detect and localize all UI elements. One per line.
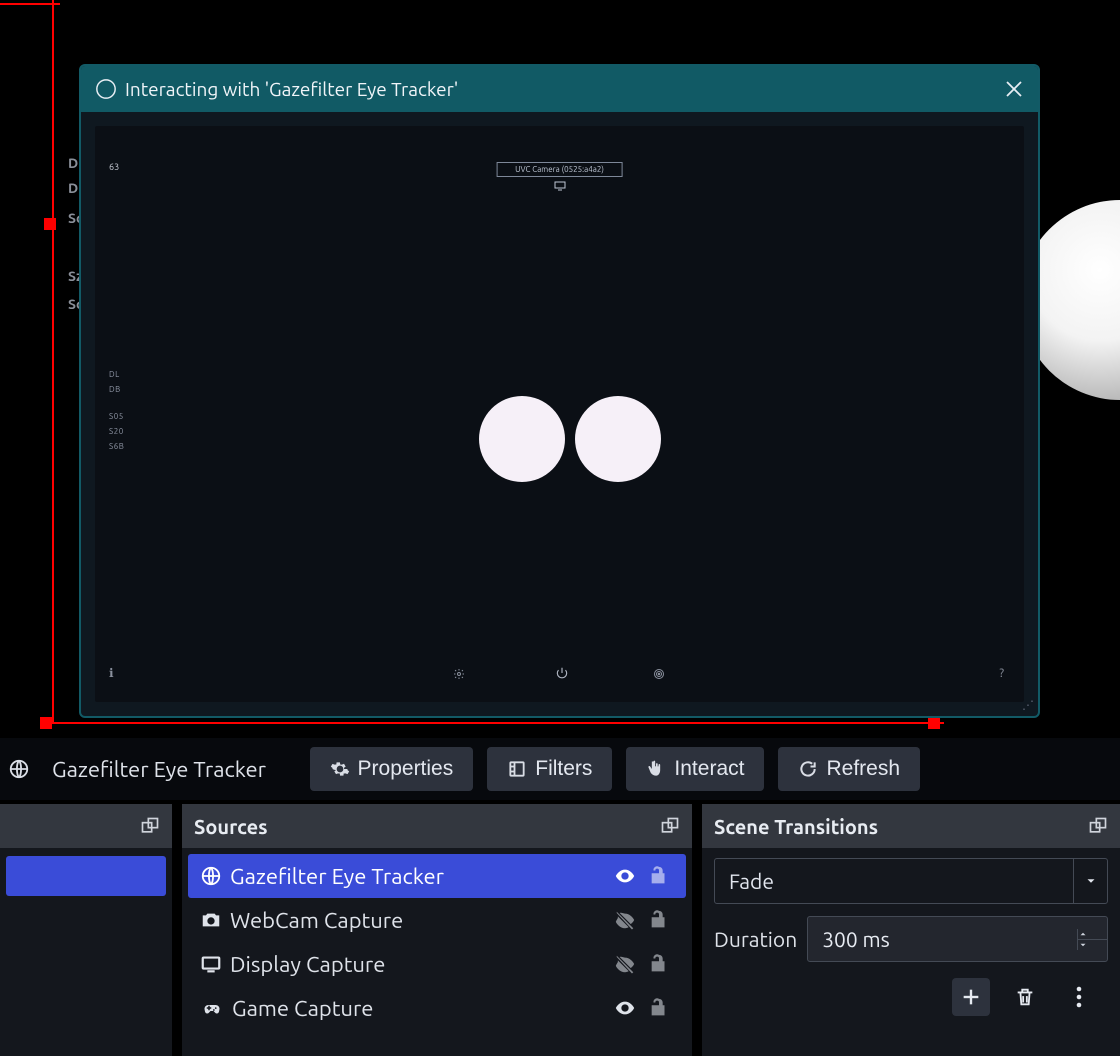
transition-value: Fade (715, 869, 1073, 893)
help-icon[interactable]: ? (999, 667, 1004, 680)
lock-toggle[interactable] (648, 865, 674, 887)
selected-source-name: Gazefilter Eye Tracker (52, 757, 266, 782)
scene-item[interactable] (6, 856, 166, 896)
gear-icon (330, 759, 350, 779)
selection-handle[interactable] (40, 717, 52, 729)
selection-handle[interactable] (928, 717, 940, 729)
obs-logo-icon (95, 78, 117, 100)
visibility-toggle[interactable] (614, 865, 640, 887)
scenes-panel (0, 804, 172, 1056)
source-item[interactable]: Gazefilter Eye Tracker (188, 854, 686, 898)
source-item[interactable]: Game Capture (188, 986, 686, 1030)
add-transition-button[interactable] (952, 978, 990, 1016)
button-label: Properties (358, 757, 454, 781)
monitor-icon (200, 953, 222, 975)
selection-guide-top (0, 3, 60, 5)
selection-handle[interactable] (44, 218, 56, 230)
power-icon[interactable] (555, 666, 569, 680)
button-label: Refresh (826, 757, 900, 781)
eye-marker-left (479, 396, 565, 482)
globe-icon (8, 758, 30, 780)
stat-label: S20 (109, 427, 124, 436)
stat-label: S6B (109, 442, 124, 451)
interact-button[interactable]: Interact (626, 747, 764, 791)
source-item[interactable]: Display Capture (188, 942, 686, 986)
undock-icon[interactable] (660, 816, 680, 836)
ghost-label: D (68, 180, 78, 196)
panel-title: Sources (194, 815, 268, 838)
interact-dialog: Interacting with 'Gazefilter Eye Tracker… (79, 64, 1040, 718)
panel-title: Scene Transitions (714, 815, 878, 838)
source-label: Gazefilter Eye Tracker (230, 864, 606, 889)
source-item[interactable]: WebCam Capture (188, 898, 686, 942)
source-label: Game Capture (232, 996, 606, 1021)
selection-guide-vertical (52, 0, 54, 724)
dialog-body[interactable]: 63 UVC Camera (0525:a4a2) DL DB S05 S20 … (95, 126, 1024, 702)
source-label: WebCam Capture (230, 908, 606, 933)
spin-up-button[interactable] (1078, 929, 1107, 940)
lock-toggle[interactable] (648, 953, 674, 975)
refresh-button[interactable]: Refresh (778, 747, 920, 791)
duration-spinner (1077, 929, 1107, 950)
panel-header[interactable]: Sources (182, 804, 692, 848)
stat-label: S05 (109, 412, 124, 421)
screen-icon[interactable] (554, 181, 566, 191)
frame-counter: 63 (109, 162, 119, 172)
spin-down-button[interactable] (1078, 940, 1107, 950)
filters-icon (507, 759, 527, 779)
duration-value: 300 ms (808, 927, 1077, 951)
resize-grip[interactable]: ⋰ (1022, 698, 1034, 712)
visibility-toggle[interactable] (614, 997, 640, 1019)
dialog-title: Interacting with 'Gazefilter Eye Tracker… (125, 78, 1004, 100)
source-context-toolbar: Gazefilter Eye Tracker Properties Filter… (0, 738, 1120, 800)
stat-label: DL (109, 370, 120, 379)
transition-select[interactable]: Fade (714, 858, 1108, 904)
gamepad-icon (200, 999, 224, 1017)
camera-icon (200, 909, 222, 931)
visibility-toggle[interactable] (614, 953, 640, 975)
interact-icon (646, 759, 666, 779)
sources-panel: Sources Gazefilter Eye Tracker WebCam Cap… (182, 804, 692, 1056)
refresh-icon (798, 759, 818, 779)
undock-icon[interactable] (140, 816, 160, 836)
docks-row: Sources Gazefilter Eye Tracker WebCam Cap… (0, 804, 1120, 1056)
visibility-toggle[interactable] (614, 909, 640, 931)
transitions-panel: Scene Transitions Fade Duration 300 ms (702, 804, 1120, 1056)
duration-input[interactable]: 300 ms (807, 916, 1108, 962)
ghost-label: D (68, 155, 78, 171)
selection-guide-horizontal (44, 722, 944, 724)
close-button[interactable] (1004, 79, 1024, 99)
camera-select[interactable]: UVC Camera (0525:a4a2) (496, 162, 623, 177)
button-label: Filters (535, 757, 592, 781)
lock-toggle[interactable] (648, 997, 674, 1019)
lock-toggle[interactable] (648, 909, 674, 931)
stat-label: DB (109, 385, 121, 394)
eye-marker-right (575, 396, 661, 482)
target-icon[interactable] (653, 668, 665, 680)
globe-icon (200, 865, 222, 887)
filters-button[interactable]: Filters (487, 747, 612, 791)
dialog-titlebar[interactable]: Interacting with 'Gazefilter Eye Tracker… (81, 66, 1038, 112)
button-label: Interact (674, 757, 744, 781)
panel-header[interactable]: Scene Transitions (702, 804, 1120, 848)
transition-options-button[interactable] (1060, 978, 1098, 1016)
chevron-down-icon[interactable] (1073, 858, 1107, 904)
duration-label: Duration (714, 927, 797, 951)
source-label: Display Capture (230, 952, 606, 977)
info-icon[interactable]: ℹ (109, 666, 114, 680)
gear-icon[interactable] (453, 668, 465, 680)
properties-button[interactable]: Properties (310, 747, 474, 791)
remove-transition-button[interactable] (1006, 978, 1044, 1016)
panel-header[interactable] (0, 804, 172, 848)
undock-icon[interactable] (1088, 816, 1108, 836)
